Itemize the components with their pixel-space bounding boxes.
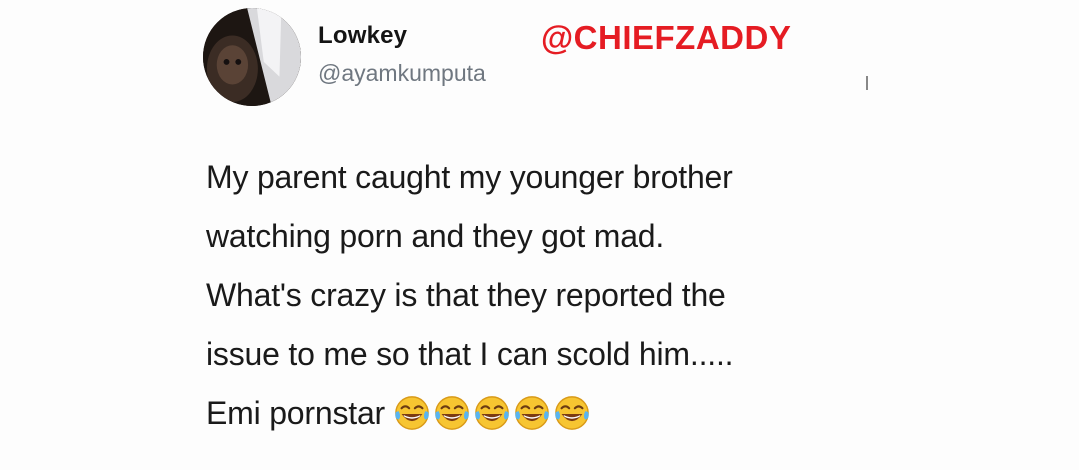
face-with-tears-of-joy-icon — [513, 394, 551, 432]
face-with-tears-of-joy-icon — [433, 394, 471, 432]
author-display-name[interactable]: Lowkey — [318, 22, 407, 50]
tweet-line: What's crazy is that they reported the — [206, 277, 726, 313]
tweet-line: watching porn and they got mad. — [206, 218, 665, 254]
tweet-last-line: Emi pornstar — [206, 384, 986, 443]
tweet-line: Emi pornstar — [206, 395, 385, 431]
face-with-tears-of-joy-icon — [553, 394, 591, 432]
face-with-tears-of-joy-icon — [473, 394, 511, 432]
emoji-row — [393, 394, 591, 432]
tweet-line: My parent caught my younger brother — [206, 159, 733, 195]
author-handle[interactable]: @ayamkumputa — [318, 60, 486, 87]
tweet-card: Lowkey @ayamkumputa @CHIEFZADDY My paren… — [0, 0, 1079, 470]
avatar-photo-icon — [203, 8, 301, 106]
tweet-line: issue to me so that I can scold him..... — [206, 336, 734, 372]
watermark-text: @CHIEFZADDY — [541, 19, 792, 56]
face-with-tears-of-joy-icon — [393, 394, 431, 432]
chevron-down-icon[interactable] — [866, 76, 868, 90]
avatar[interactable] — [203, 8, 301, 106]
tweet-text: My parent caught my younger brother watc… — [206, 148, 986, 443]
